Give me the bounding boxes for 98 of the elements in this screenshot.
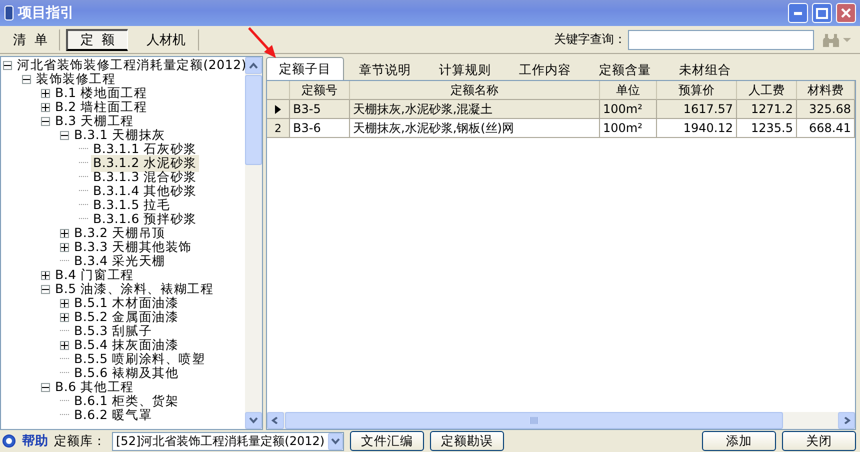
expand-icon[interactable]: [60, 228, 69, 238]
expand-icon[interactable]: [60, 312, 69, 322]
library-select[interactable]: [52]河北省装饰工程消耗量定额(2012): [112, 432, 344, 450]
toolbar-tab[interactable]: 人材机: [134, 28, 199, 50]
table-cell: 1271.2: [737, 100, 797, 119]
row-pointer[interactable]: [267, 100, 290, 119]
collapse-icon[interactable]: [41, 382, 50, 392]
table-cell: 1940.12: [657, 119, 737, 138]
collapse-icon[interactable]: [3, 60, 12, 70]
corner-cell: [267, 81, 290, 100]
row-pointer-icon: [275, 104, 281, 114]
detail-tab[interactable]: 定额含量: [586, 59, 664, 80]
minimize-icon: [794, 12, 802, 14]
detail-tab[interactable]: 章节说明: [346, 59, 424, 80]
horizontal-scrollbar[interactable]: [267, 412, 855, 429]
search-label: 关键字查询：: [554, 31, 626, 48]
search-field[interactable]: [628, 30, 814, 50]
tree-item[interactable]: B.5.3 刮腻子: [72, 322, 154, 340]
expand-icon[interactable]: [41, 270, 50, 280]
table-cell: 325.68: [797, 100, 855, 119]
tree-item[interactable]: B.5.1 木材面油漆: [72, 294, 181, 312]
column-header: 定额号: [290, 81, 350, 100]
tree-item[interactable]: B.6.1 柜类、货架: [72, 392, 181, 410]
maximize-button[interactable]: [812, 3, 832, 23]
table-cell: 1235.5: [737, 119, 797, 138]
library-label: 定额库：: [54, 432, 106, 450]
column-header: 预算价: [657, 81, 737, 100]
toolbar-tab[interactable]: 定 额: [66, 28, 128, 50]
column-header: 人工费: [737, 81, 797, 100]
collapse-icon[interactable]: [41, 116, 50, 126]
close-dialog-button[interactable]: 关闭: [782, 431, 856, 451]
column-header: 材料费: [797, 81, 855, 100]
tree-item[interactable]: B.3.1.6 预拌砂浆: [91, 210, 199, 228]
tree-item[interactable]: B.5.2 金属面油漆: [72, 308, 181, 326]
expand-icon[interactable]: [60, 298, 69, 308]
tree-item[interactable]: B.2 墙柱面工程: [53, 98, 150, 116]
collapse-icon[interactable]: [22, 74, 31, 84]
tree-item[interactable]: B.3.1.5 拉毛: [91, 196, 172, 214]
add-button[interactable]: 添加: [702, 431, 776, 451]
tree-item[interactable]: B.3.1.3 混合砂浆: [91, 168, 199, 186]
tree-item[interactable]: B.3.4 采光天棚: [72, 252, 168, 270]
app-icon: [4, 5, 14, 21]
tree-item[interactable]: B.3.1 天棚抹灰: [72, 126, 168, 144]
help-link[interactable]: 帮助: [22, 432, 48, 450]
maximize-icon: [816, 8, 828, 18]
row-number[interactable]: 2: [267, 119, 290, 138]
detail-tab[interactable]: 计算规则: [426, 59, 504, 80]
detail-tab[interactable]: 定额子目: [266, 57, 344, 80]
tree-item[interactable]: B.3.2 天棚吊顶: [72, 224, 168, 242]
detail-tab[interactable]: 未材组合: [666, 59, 744, 80]
tree-item[interactable]: B.3.1.4 其他砂浆: [91, 182, 199, 200]
minimize-button[interactable]: [788, 3, 808, 23]
column-header: 定额名称: [350, 81, 600, 100]
scroll-thumb[interactable]: [245, 75, 262, 165]
tree-item[interactable]: B.5.5 喷刷涂料、喷塑: [72, 350, 208, 368]
scroll-thumb[interactable]: [285, 412, 783, 429]
table-cell: 天棚抹灰,水泥砂浆,混凝土: [350, 100, 600, 119]
tree-item[interactable]: B.3 天棚工程: [53, 112, 136, 130]
help-icon[interactable]: [2, 434, 16, 448]
toolbar-tab[interactable]: 清 单: [0, 28, 60, 50]
vertical-scrollbar[interactable]: [245, 57, 262, 429]
tree-item[interactable]: B.5.4 抹灰面油漆: [72, 336, 181, 354]
window-title: 项目指引: [18, 4, 75, 22]
table-cell: B3-6: [290, 119, 350, 138]
column-header: 单位: [600, 81, 657, 100]
compile-button[interactable]: 文件汇编: [350, 431, 424, 451]
close-icon: [840, 7, 852, 19]
expand-icon[interactable]: [41, 102, 50, 112]
scroll-left-icon: [271, 417, 280, 424]
annotation-arrow: [248, 27, 278, 59]
table-cell: 天棚抹灰,水泥砂浆,钢板(丝)网: [350, 119, 600, 138]
tree-item[interactable]: B.3.1.1 石灰砂浆: [91, 140, 199, 158]
collapse-icon[interactable]: [60, 130, 69, 140]
table-cell: 100m²: [600, 100, 657, 119]
dropdown-icon: [331, 438, 340, 444]
tree-item[interactable]: B.4 门窗工程: [53, 266, 136, 284]
tree-item[interactable]: B.1 楼地面工程: [53, 84, 150, 102]
scroll-right-icon: [842, 417, 851, 424]
table-cell: 100m²: [600, 119, 657, 138]
tree-item[interactable]: B.6.2 暖气罩: [72, 406, 154, 424]
scroll-down-icon: [249, 417, 258, 424]
tree-item[interactable]: 装饰装修工程: [34, 70, 118, 88]
errata-button[interactable]: 定额勘误: [430, 431, 504, 451]
scroll-up-icon: [249, 62, 258, 69]
tree-item[interactable]: B.3.1.2 水泥砂浆: [91, 154, 199, 172]
table-cell: 668.41: [797, 119, 855, 138]
close-button[interactable]: [836, 3, 856, 23]
detail-tab[interactable]: 工作内容: [506, 59, 584, 80]
table-cell: 1617.57: [657, 100, 737, 119]
tree-item[interactable]: B.6 其他工程: [53, 378, 136, 396]
expand-icon[interactable]: [60, 242, 69, 252]
tree-item[interactable]: B.5.6 裱糊及其他: [72, 364, 181, 382]
table-cell: B3-5: [290, 100, 350, 119]
expand-icon[interactable]: [41, 88, 50, 98]
collapse-icon[interactable]: [41, 284, 50, 294]
tree-item[interactable]: B.5 油漆、涂料、裱糊工程: [53, 280, 216, 298]
tree-item[interactable]: B.3.3 天棚其他装饰: [72, 238, 194, 256]
expand-icon[interactable]: [60, 340, 69, 350]
